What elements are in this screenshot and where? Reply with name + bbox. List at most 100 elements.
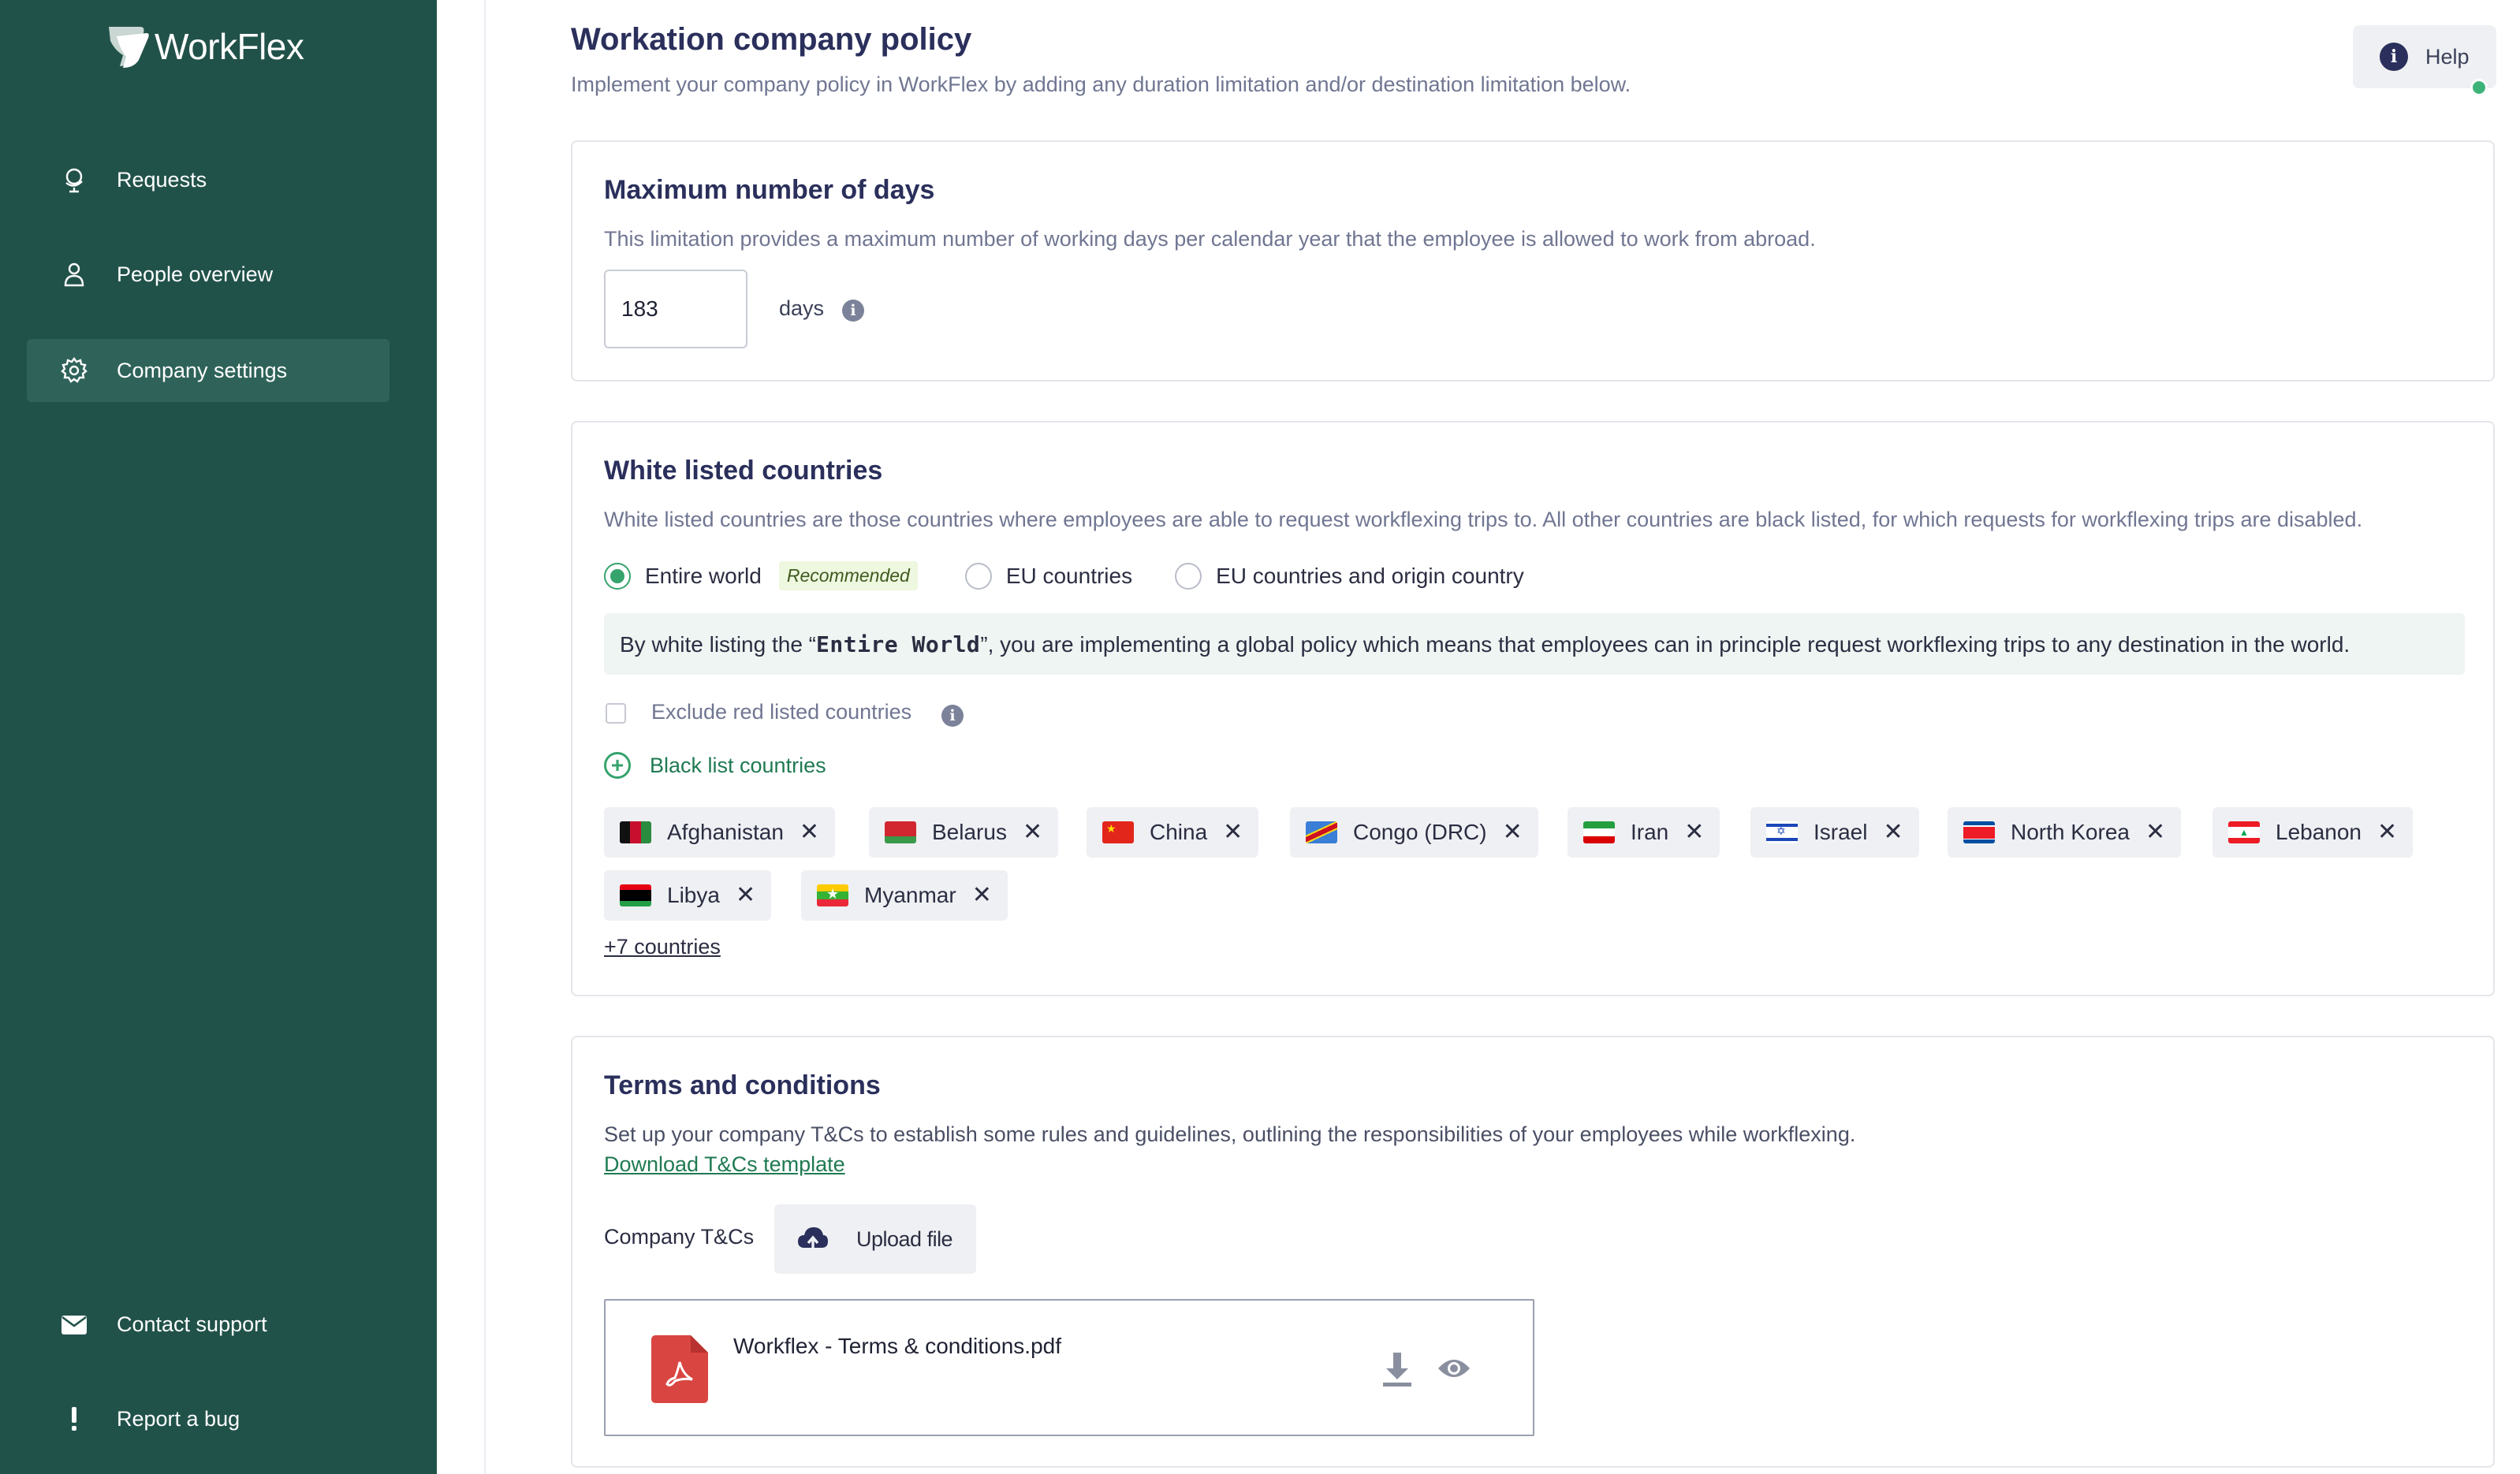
logo-text: WorkFlex: [155, 26, 304, 67]
banner-highlight: Entire World: [816, 631, 981, 657]
sidebar-item-label: Requests: [117, 167, 207, 192]
remove-icon[interactable]: ✕: [736, 884, 755, 907]
country-chip: Belarus ✕: [869, 807, 1059, 858]
uploaded-file-card: Workflex - Terms & conditions.pdf: [604, 1299, 1534, 1436]
country-name: China: [1150, 820, 1208, 844]
recommended-badge: Recommended: [778, 561, 918, 590]
max-days-card: Maximum number of days This limitation p…: [571, 140, 2495, 382]
sidebar: WorkFlex Requests People overview Compan…: [0, 0, 437, 1474]
max-days-description: This limitation provides a maximum numbe…: [604, 227, 1816, 251]
exclude-red-listed-label: Exclude red listed countries: [651, 700, 912, 724]
country-chip: North Korea ✕: [1948, 807, 2182, 858]
whitelist-description: White listed countries are those countri…: [604, 508, 2363, 531]
whitelist-options: Entire world Recommended EU countries EU…: [604, 561, 1524, 590]
flag-china-icon: ★: [1102, 821, 1134, 843]
days-unit-label: days: [779, 296, 825, 320]
flag-iran-icon: [1583, 821, 1615, 843]
flag-belarus-icon: [885, 821, 916, 843]
page-subtitle: Implement your company policy in WorkFle…: [571, 73, 1631, 96]
download-icon[interactable]: [1378, 1349, 1416, 1387]
terms-card: Terms and conditions Set up your company…: [571, 1036, 2495, 1468]
info-icon[interactable]: i: [842, 300, 864, 322]
flag-myanmar-icon: ★: [817, 884, 848, 906]
country-name: Libya: [667, 883, 720, 907]
remove-icon[interactable]: ✕: [1223, 821, 1243, 844]
remove-icon[interactable]: ✕: [1684, 821, 1704, 844]
country-chip: ★ China ✕: [1087, 807, 1259, 858]
exclude-red-listed-checkbox[interactable]: [606, 703, 626, 724]
remove-icon[interactable]: ✕: [2377, 821, 2397, 844]
page-title: Workation company policy: [571, 22, 972, 57]
report-bug-link[interactable]: Report a bug: [27, 1387, 390, 1450]
terms-description: Set up your company T&Cs to establish so…: [604, 1122, 1856, 1146]
country-name: Lebanon: [2276, 820, 2362, 844]
file-name: Workflex - Terms & conditions.pdf: [733, 1334, 1062, 1358]
whitelist-title: White listed countries: [604, 456, 883, 486]
remove-icon[interactable]: ✕: [1023, 821, 1042, 844]
sidebar-item-requests[interactable]: Requests: [27, 148, 390, 211]
main-divider: [484, 0, 486, 1474]
help-label: Help: [2425, 44, 2470, 69]
country-chip: Congo (DRC) ✕: [1290, 807, 1538, 858]
contact-support-link[interactable]: Contact support: [27, 1293, 390, 1356]
gear-icon: [58, 355, 90, 386]
max-days-input[interactable]: [604, 270, 747, 348]
radio-eu-countries[interactable]: [964, 562, 992, 590]
flag-israel-icon: ✡: [1766, 821, 1798, 843]
upload-label: Upload file: [856, 1226, 953, 1251]
country-chip: Afghanistan ✕: [604, 807, 836, 858]
flag-north-korea-icon: [1963, 821, 1995, 843]
country-name: Belarus: [932, 820, 1007, 844]
cloud-upload-icon: [798, 1227, 828, 1251]
more-countries-link[interactable]: +7 countries: [604, 935, 721, 959]
sidebar-item-company-settings[interactable]: Company settings: [27, 339, 390, 402]
sidebar-item-label: Company settings: [117, 358, 288, 382]
country-chip: Libya ✕: [604, 870, 772, 921]
sidebar-item-label: Report a bug: [117, 1406, 240, 1431]
option-eu-and-origin[interactable]: EU countries and origin country: [1175, 562, 1524, 590]
sidebar-item-label: People overview: [117, 262, 274, 286]
remove-icon[interactable]: ✕: [2145, 821, 2165, 844]
option-label: EU countries: [1005, 563, 1133, 588]
country-name: Myanmar: [864, 883, 956, 907]
country-chip: ★ Myanmar ✕: [801, 870, 1008, 921]
person-icon: [58, 259, 90, 290]
eye-icon[interactable]: [1437, 1354, 1471, 1383]
info-icon[interactable]: i: [941, 705, 964, 727]
flag-lebanon-icon: ▲: [2228, 821, 2260, 843]
info-icon: i: [2380, 43, 2408, 71]
whitelist-card: White listed countries White listed coun…: [571, 421, 2495, 996]
sidebar-item-people-overview[interactable]: People overview: [27, 243, 390, 306]
upload-file-button[interactable]: Upload file: [774, 1204, 976, 1274]
workflex-logo-icon: [109, 27, 149, 68]
banner-text: By white listing the “Entire World”, you…: [620, 631, 2350, 657]
exclamation-icon: [58, 1403, 90, 1435]
remove-icon[interactable]: ✕: [800, 821, 819, 844]
option-eu-countries[interactable]: EU countries: [964, 562, 1133, 590]
option-label: Entire world: [645, 563, 762, 588]
pdf-file-icon: [651, 1335, 708, 1403]
flag-afghanistan-icon: [620, 821, 651, 843]
envelope-icon: [58, 1308, 90, 1340]
country-chip: Iran ✕: [1568, 807, 1720, 858]
online-status-dot: [2470, 79, 2488, 96]
country-name: Israel: [1814, 820, 1868, 844]
country-name: North Korea: [2011, 820, 2130, 844]
terms-title: Terms and conditions: [604, 1070, 881, 1100]
globe-stand-icon: [58, 164, 90, 195]
sidebar-item-label: Contact support: [117, 1312, 267, 1336]
option-label: EU countries and origin country: [1216, 563, 1524, 588]
download-template-link[interactable]: Download T&Cs template: [604, 1152, 845, 1177]
country-chip: ✡ Israel ✕: [1750, 807, 1919, 858]
add-blacklist-country-button[interactable]: + Black list countries: [604, 752, 826, 779]
country-chip: ▲ Lebanon ✕: [2212, 807, 2414, 858]
max-days-title: Maximum number of days: [604, 175, 935, 205]
remove-icon[interactable]: ✕: [1883, 821, 1903, 844]
remove-icon[interactable]: ✕: [1503, 821, 1523, 844]
radio-eu-and-origin[interactable]: [1175, 562, 1202, 590]
plus-circle-icon: +: [604, 752, 631, 779]
remove-icon[interactable]: ✕: [972, 884, 992, 907]
workflex-logo[interactable]: WorkFlex: [106, 24, 304, 69]
radio-entire-world[interactable]: [604, 562, 631, 590]
option-entire-world[interactable]: Entire world Recommended: [604, 561, 918, 590]
